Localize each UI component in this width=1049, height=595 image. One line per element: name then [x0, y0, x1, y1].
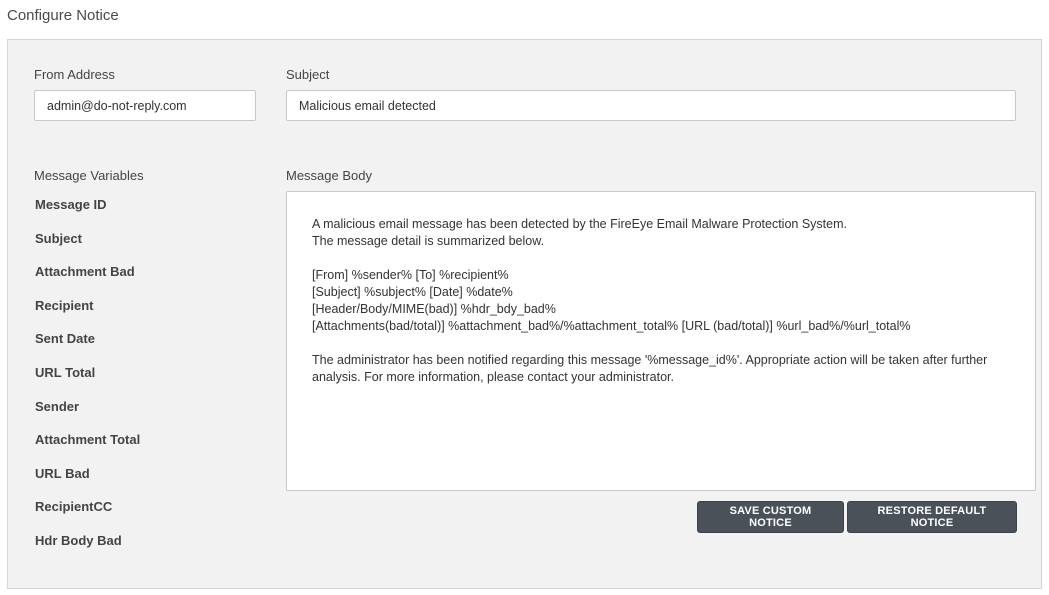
configure-notice-panel: From Address Subject Message Variables M…: [7, 39, 1042, 589]
variable-attachment-bad[interactable]: Attachment Bad: [35, 262, 140, 296]
message-variables-label: Message Variables: [34, 168, 144, 183]
variable-url-bad[interactable]: URL Bad: [35, 464, 140, 498]
message-body-line: [Subject] %subject% [Date] %date%: [312, 285, 513, 299]
page-title: Configure Notice: [7, 7, 119, 24]
message-body-line: The message detail is summarized below.: [312, 234, 545, 248]
variable-recipient-cc[interactable]: RecipientCC: [35, 497, 140, 531]
from-address-label: From Address: [34, 67, 115, 82]
message-body-line: The administrator has been notified rega…: [312, 353, 991, 384]
message-body-label: Message Body: [286, 168, 372, 183]
subject-label: Subject: [286, 67, 330, 82]
variable-sender[interactable]: Sender: [35, 397, 140, 431]
variable-recipient[interactable]: Recipient: [35, 296, 140, 330]
variable-attachment-total[interactable]: Attachment Total: [35, 430, 140, 464]
restore-default-notice-button[interactable]: RESTORE DEFAULT NOTICE: [847, 501, 1017, 533]
save-custom-notice-button[interactable]: SAVE CUSTOM NOTICE: [697, 501, 844, 533]
message-variables-list: Message ID Subject Attachment Bad Recipi…: [35, 195, 140, 565]
message-body-line: A malicious email message has been detec…: [312, 217, 847, 231]
message-body-line: [Header/Body/MIME(bad)] %hdr_bdy_bad%: [312, 302, 556, 316]
message-body-blank-line: [312, 335, 1010, 352]
message-body-line: [Attachments(bad/total)] %attachment_bad…: [312, 319, 911, 333]
from-address-input[interactable]: [34, 90, 256, 121]
message-body-line: [From] %sender% [To] %recipient%: [312, 268, 509, 282]
subject-input[interactable]: [286, 90, 1016, 121]
variable-subject[interactable]: Subject: [35, 229, 140, 263]
variable-sent-date[interactable]: Sent Date: [35, 329, 140, 363]
variable-hdr-body-bad[interactable]: Hdr Body Bad: [35, 531, 140, 565]
message-body-blank-line: [312, 250, 1010, 267]
variable-message-id[interactable]: Message ID: [35, 195, 140, 229]
message-body-editor[interactable]: A malicious email message has been detec…: [286, 191, 1036, 491]
variable-url-total[interactable]: URL Total: [35, 363, 140, 397]
